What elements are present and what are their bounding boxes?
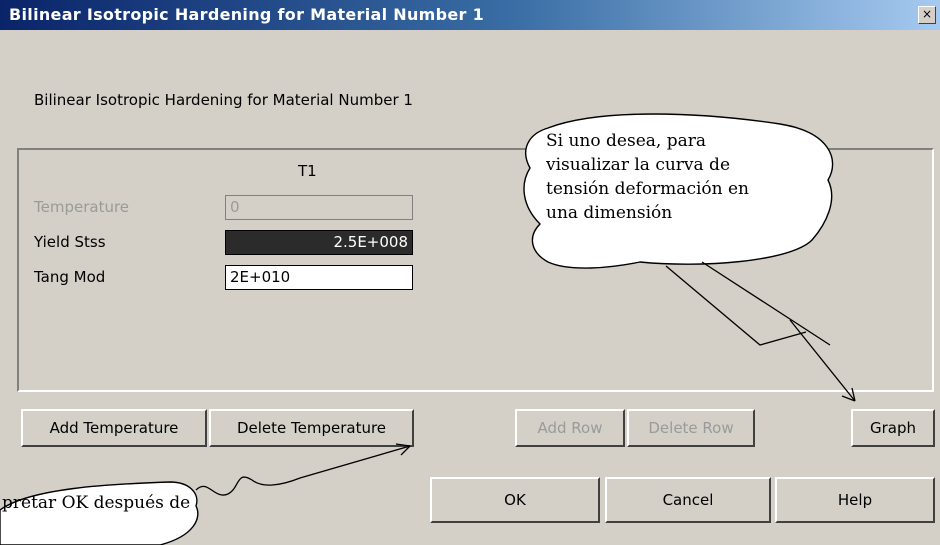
ok-button[interactable]: OK	[430, 477, 600, 523]
yield-stress-field[interactable]: 2.5E+008	[225, 230, 413, 255]
table-panel	[17, 148, 934, 392]
graph-callout-line-1: Si uno desea, para	[546, 131, 706, 151]
add-row-button[interactable]: Add Row	[515, 409, 625, 447]
column-header-t1: T1	[298, 162, 317, 180]
delete-row-button[interactable]: Delete Row	[627, 409, 755, 447]
delete-temperature-button[interactable]: Delete Temperature	[209, 409, 414, 447]
temperature-field: 0	[225, 195, 413, 220]
row-label-yield-stress: Yield Stss	[34, 233, 106, 251]
cancel-button[interactable]: Cancel	[605, 477, 771, 523]
row-label-temperature: Temperature	[34, 198, 130, 216]
window-title: Bilinear Isotropic Hardening for Materia…	[9, 5, 485, 24]
graph-callout-line-2: visualizar la curva de	[546, 155, 731, 175]
row-label-tang-mod: Tang Mod	[34, 268, 106, 286]
graph-callout-line-3: tensión deformación en	[546, 179, 749, 199]
dialog-heading: Bilinear Isotropic Hardening for Materia…	[34, 91, 413, 109]
ok-arrow	[195, 445, 411, 496]
title-bar: Bilinear Isotropic Hardening for Materia…	[0, 0, 940, 30]
ok-callout-line-2: ...	[2, 517, 19, 537]
graph-callout-line-4: una dimensión	[546, 203, 673, 223]
help-button[interactable]: Help	[775, 477, 935, 523]
ok-callout-line-1: pretar OK después de	[2, 493, 191, 513]
tang-mod-field[interactable]: 2E+010	[225, 265, 413, 290]
close-icon[interactable]: ×	[918, 6, 936, 24]
graph-button[interactable]: Graph	[851, 409, 935, 447]
add-temperature-button[interactable]: Add Temperature	[21, 409, 207, 447]
